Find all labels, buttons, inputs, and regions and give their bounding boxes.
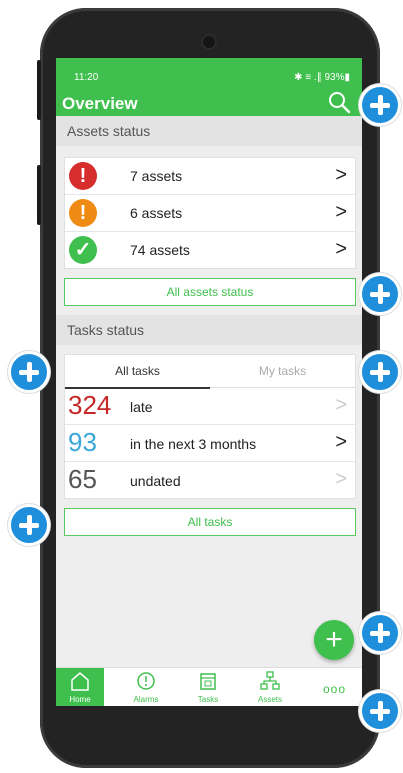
- asset-row-warning[interactable]: ! 6 assets >: [65, 195, 355, 232]
- status-time: 11:20: [74, 72, 99, 83]
- asset-row-label: 6 assets: [130, 205, 183, 221]
- nav-alarms[interactable]: Alarms: [122, 668, 170, 706]
- plus-callout-icon: [359, 351, 401, 393]
- chevron-right-icon: >: [335, 164, 347, 186]
- plus-callout-icon: [359, 84, 401, 126]
- tasks-tabs: All tasks My tasks: [65, 355, 355, 389]
- task-row-late[interactable]: 324 late >: [65, 388, 355, 425]
- chevron-right-icon: >: [335, 238, 347, 260]
- tab-all-tasks[interactable]: All tasks: [65, 355, 210, 389]
- calendar-icon: [200, 673, 216, 690]
- status-bar: 11:20 ✱ ≡ .∥ 93%▮: [56, 58, 362, 92]
- check-icon: ✓: [69, 236, 97, 264]
- plus-callout-icon: [359, 612, 401, 654]
- app-screen: 11:20 ✱ ≡ .∥ 93%▮ Overview Assets status…: [56, 58, 362, 706]
- search-icon[interactable]: [326, 90, 352, 114]
- task-row-undated[interactable]: 65 undated >: [65, 462, 355, 498]
- plus-callout-icon: [8, 351, 50, 393]
- alarm-icon: [137, 672, 155, 690]
- asset-row-label: 7 assets: [130, 168, 183, 184]
- assets-status-header: Assets status: [56, 116, 362, 146]
- nav-home[interactable]: Home: [56, 668, 104, 706]
- bottom-nav: Home Alarms Tasks Assets ooo: [56, 667, 362, 706]
- asset-row-ok[interactable]: ✓ 74 assets >: [65, 232, 355, 268]
- task-count: 93: [68, 427, 97, 457]
- system-icons: ✱ ≡ .∥ 93%▮: [294, 72, 350, 83]
- all-tasks-button[interactable]: All tasks: [64, 508, 356, 536]
- task-label: in the next 3 months: [130, 436, 257, 452]
- nav-label: Alarms: [133, 695, 159, 704]
- tasks-status-header: Tasks status: [56, 315, 362, 345]
- tasks-card: All tasks My tasks 324 late > 93 in the …: [64, 354, 356, 499]
- nav-label: Assets: [257, 695, 282, 704]
- task-count: 324: [68, 390, 112, 420]
- hierarchy-icon: [260, 671, 280, 690]
- nav-assets[interactable]: Assets: [246, 668, 294, 706]
- plus-callout-icon: [359, 273, 401, 315]
- chevron-right-icon: >: [335, 201, 347, 223]
- phone-side-button: [37, 60, 41, 120]
- nav-label: Home: [69, 695, 91, 704]
- app-bar: Overview: [56, 92, 362, 116]
- warning-icon: !: [69, 199, 97, 227]
- plus-callout-icon: [359, 690, 401, 732]
- task-label: undated: [130, 473, 181, 489]
- more-icon[interactable]: ooo: [323, 682, 346, 696]
- nav-tasks[interactable]: Tasks: [184, 668, 232, 706]
- alert-icon: !: [69, 162, 97, 190]
- chevron-right-icon: >: [335, 431, 347, 453]
- phone-side-button: [37, 165, 41, 225]
- task-count: 65: [68, 464, 97, 494]
- plus-callout-icon: [8, 504, 50, 546]
- all-assets-status-button[interactable]: All assets status: [64, 278, 356, 306]
- asset-row-label: 74 assets: [130, 242, 190, 258]
- chevron-right-icon: >: [335, 468, 347, 490]
- camera-icon: [203, 36, 215, 48]
- page-title: Overview: [62, 94, 138, 113]
- task-label: late: [130, 399, 153, 415]
- add-fab-button[interactable]: +: [314, 620, 354, 660]
- task-row-upcoming[interactable]: 93 in the next 3 months >: [65, 425, 355, 462]
- home-icon: [71, 672, 89, 691]
- nav-label: Tasks: [197, 695, 219, 704]
- tab-my-tasks[interactable]: My tasks: [210, 355, 355, 387]
- assets-card: ! 7 assets > ! 6 assets > ✓ 74 assets >: [64, 157, 356, 269]
- chevron-right-icon: >: [335, 394, 347, 416]
- asset-row-critical[interactable]: ! 7 assets >: [65, 158, 355, 195]
